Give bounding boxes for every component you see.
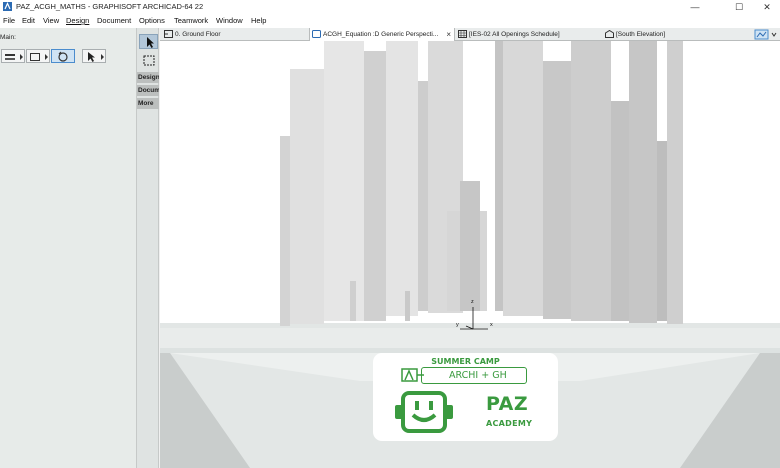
menu-help[interactable]: Help <box>251 16 266 25</box>
menu-file[interactable]: File <box>3 16 15 25</box>
arrow-tool-combo[interactable] <box>82 49 106 63</box>
tab-ground-floor[interactable]: 0. Ground Floor <box>162 28 308 41</box>
menu-document[interactable]: Document <box>97 16 131 25</box>
menu-options[interactable]: Options <box>139 16 165 25</box>
arrow-tool-button[interactable] <box>139 34 158 49</box>
pointer-icon <box>147 37 154 48</box>
window-title: PAZ_ACGH_MATHS - GRAPHISOFT ARCHICAD-64 … <box>16 2 204 11</box>
main-toolbar-label: Main: <box>0 34 16 41</box>
layer-combo-button[interactable] <box>1 49 25 63</box>
tab-3d-perspective[interactable]: ACGH_Equation :D Generic Perspecti... × <box>309 28 455 41</box>
archicad-logo-icon <box>401 368 424 382</box>
axis-y-label: y <box>456 322 459 328</box>
floor-plan-icon <box>164 30 173 39</box>
orbit-icon <box>58 51 68 62</box>
tab-label: ACGH_Equation :D Generic Perspecti... <box>323 31 439 38</box>
maximize-button[interactable]: ☐ <box>724 0 754 14</box>
logo-brand: PAZ <box>486 393 529 415</box>
toolbox-group-design[interactable]: Design <box>137 72 159 83</box>
toolbox-group-more[interactable]: More <box>137 98 159 109</box>
dropdown-arrow-icon <box>20 54 23 60</box>
minimize-button[interactable]: — <box>680 0 710 14</box>
navigator-icon <box>754 29 777 40</box>
view-map-icon <box>30 53 40 61</box>
logo-pill-text: ARCHI + GH <box>449 370 507 381</box>
axis-x-label: x <box>490 322 493 328</box>
view-navigator-button[interactable] <box>752 28 780 41</box>
close-tab-icon[interactable]: × <box>446 28 451 41</box>
toolbox: Design Docum More <box>137 28 159 468</box>
menu-edit[interactable]: Edit <box>22 16 35 25</box>
elevation-icon <box>605 30 614 39</box>
view-combo-button[interactable] <box>26 49 50 63</box>
menu-bar: File Edit View Design Document Options T… <box>0 14 780 28</box>
dropdown-arrow-icon <box>101 54 104 60</box>
title-bar: PAZ_ACGH_MATHS - GRAPHISOFT ARCHICAD-64 … <box>0 0 780 14</box>
tab-openings-schedule[interactable]: [IES-02 All Openings Schedule] <box>456 28 602 41</box>
toolbox-group-document[interactable]: Docum <box>137 85 159 96</box>
main-toolbar-panel: Main: <box>0 28 137 468</box>
orbit-button[interactable] <box>51 49 75 63</box>
marquee-icon <box>143 55 155 66</box>
schedule-icon <box>458 30 467 39</box>
menu-design[interactable]: Design <box>66 16 89 25</box>
archicad-app-icon <box>3 2 12 11</box>
tab-label: [South Elevation] <box>616 31 666 38</box>
tab-label: [IES-02 All Openings Schedule] <box>469 31 560 38</box>
main-toolbar-row <box>0 49 110 63</box>
3d-view-icon <box>312 30 321 39</box>
close-button[interactable]: ✕ <box>752 0 780 14</box>
marquee-tool-button[interactable] <box>139 53 158 68</box>
smiley-robot-icon <box>395 391 453 433</box>
dropdown-arrow-icon <box>45 54 48 60</box>
layers-icon <box>5 54 15 60</box>
summer-camp-logo: SUMMER CAMP ARCHI + GH PAZ ACADEMY <box>373 353 558 441</box>
logo-sub: ACADEMY <box>486 419 533 428</box>
menu-teamwork[interactable]: Teamwork <box>174 16 208 25</box>
logo-title: SUMMER CAMP <box>431 357 500 366</box>
axis-z-label: z <box>471 299 474 305</box>
menu-window[interactable]: Window <box>216 16 243 25</box>
pointer-icon <box>88 52 95 62</box>
tab-label: 0. Ground Floor <box>175 31 221 38</box>
archicad-window: PAZ_ACGH_MATHS - GRAPHISOFT ARCHICAD-64 … <box>0 0 780 468</box>
menu-view[interactable]: View <box>43 16 59 25</box>
view-tab-bar: 0. Ground Floor ACGH_Equation :D Generic… <box>160 28 780 41</box>
tab-south-elevation[interactable]: [South Elevation] <box>603 28 749 41</box>
